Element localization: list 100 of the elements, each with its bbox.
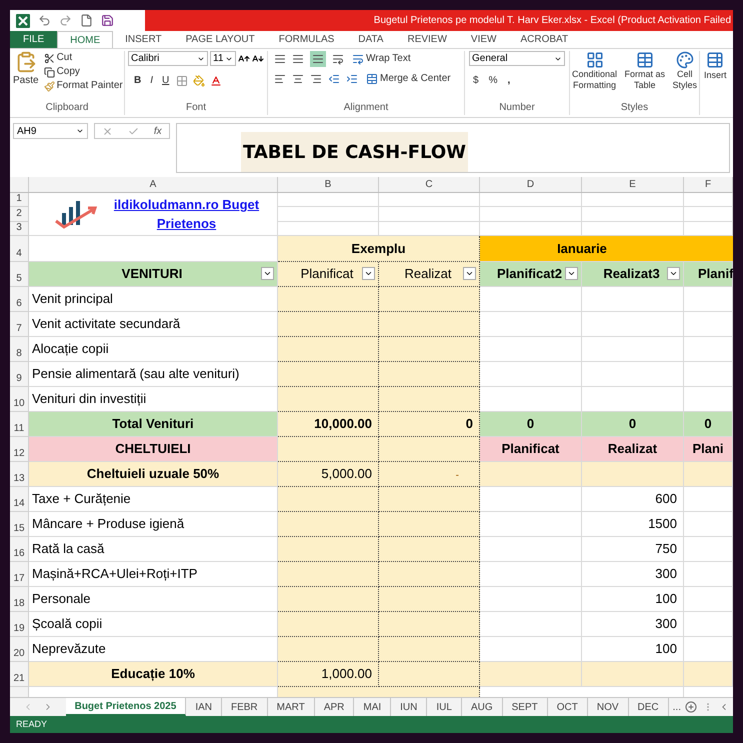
- column-letter[interactable]: A: [29, 177, 278, 192]
- table-cell: [684, 662, 733, 687]
- table-cell: Rată la casă: [29, 537, 278, 562]
- table-cell: [684, 537, 733, 562]
- insert-button[interactable]: Insert: [704, 51, 727, 82]
- ribbon-tab[interactable]: DATA: [346, 31, 396, 48]
- currency-button[interactable]: $: [471, 74, 481, 88]
- table-cell: 1500: [582, 512, 684, 537]
- conditional-formatting-button[interactable]: Conditional Formatting: [572, 51, 618, 91]
- column-letter[interactable]: F: [684, 177, 733, 192]
- ribbon-tab[interactable]: REVIEW: [395, 31, 459, 48]
- table-cell: [684, 587, 733, 612]
- ribbon-tab[interactable]: HOME: [57, 31, 114, 48]
- column-letter[interactable]: D: [480, 177, 582, 192]
- comma-button[interactable]: ,: [505, 74, 512, 88]
- italic-button[interactable]: I: [148, 74, 156, 88]
- ribbon-tab[interactable]: FORMULAS: [266, 31, 346, 48]
- grow-font-icon[interactable]: [238, 52, 250, 64]
- bold-button[interactable]: B: [132, 74, 144, 88]
- increase-indent-icon[interactable]: [346, 73, 358, 85]
- save-icon[interactable]: [101, 14, 114, 27]
- wrap-text-button[interactable]: Wrap Text: [350, 52, 413, 66]
- table-cell: [684, 637, 733, 662]
- row-number: 16: [10, 537, 29, 562]
- table-cell: [684, 312, 733, 337]
- table-cell: [684, 193, 733, 208]
- wrap-text-icon: [352, 53, 364, 65]
- align-left-icon[interactable]: [274, 73, 286, 85]
- merge-center-button[interactable]: Merge & Center: [364, 72, 453, 86]
- table-cell: Planificat: [480, 437, 582, 462]
- column-letter[interactable]: C: [379, 177, 480, 192]
- ribbon-tab[interactable]: INSERT: [113, 31, 174, 48]
- percent-button[interactable]: %: [486, 74, 500, 88]
- decrease-indent-icon[interactable]: [328, 73, 340, 85]
- table-cell: [684, 487, 733, 512]
- table-cell: Taxe + Curățenie: [29, 487, 278, 512]
- shrink-font-icon[interactable]: [252, 52, 264, 64]
- title-box: TABEL DE CASH-FLOW: [241, 132, 468, 172]
- table-cell: Educație 10%: [29, 662, 278, 687]
- fill-color-icon[interactable]: [193, 75, 206, 87]
- table-cell: 1,000.00: [278, 662, 379, 687]
- paste-button[interactable]: Paste: [13, 51, 39, 93]
- table-cell: -: [379, 462, 480, 487]
- formula-input-field[interactable]: TABEL DE CASH-FLOW: [176, 123, 730, 173]
- align-middle-icon[interactable]: [292, 53, 304, 65]
- ribbon-group-label: Number: [499, 102, 535, 113]
- align-center-icon[interactable]: [292, 73, 304, 85]
- filter-dropdown-button[interactable]: [261, 266, 274, 280]
- row-number: 21: [10, 662, 29, 687]
- filter-dropdown-button[interactable]: [362, 266, 375, 280]
- cell-styles-button[interactable]: Cell Styles: [672, 51, 697, 91]
- insert-function-button[interactable]: fx: [154, 124, 162, 138]
- table-cell: Plani: [684, 437, 733, 462]
- format-painter-button[interactable]: Format Painter: [42, 79, 125, 93]
- ribbon-tab[interactable]: PAGE LAYOUT: [174, 31, 267, 48]
- filter-dropdown-button[interactable]: [667, 266, 680, 280]
- table-cell: Exemplu: [278, 236, 480, 262]
- underline-button[interactable]: U: [160, 74, 172, 88]
- ribbon-tab[interactable]: ACROBAT: [508, 31, 580, 48]
- filter-dropdown-button[interactable]: [565, 266, 578, 280]
- column-letter[interactable]: B: [278, 177, 379, 192]
- spreadsheet-app-icon: [16, 14, 30, 28]
- row-number: 18: [10, 587, 29, 612]
- font-size-field[interactable]: 11: [210, 51, 236, 66]
- table-cell: 600: [582, 487, 684, 512]
- table-cell: Școală copii: [29, 612, 278, 637]
- table-cell: [684, 562, 733, 587]
- align-right-icon[interactable]: [310, 73, 322, 85]
- file-tab[interactable]: FILE: [10, 31, 58, 48]
- column-letter[interactable]: E: [582, 177, 684, 192]
- align-top-icon[interactable]: [274, 53, 286, 65]
- format-as-table-button[interactable]: Format as Table: [624, 51, 666, 91]
- font-color-icon[interactable]: [210, 75, 222, 87]
- redo-icon[interactable]: [59, 14, 72, 27]
- table-cell: [684, 387, 733, 412]
- website-link[interactable]: ildikoludmann.ro Buget Prietenos: [104, 195, 269, 233]
- borders-icon[interactable]: [176, 75, 188, 87]
- font-name-field[interactable]: Calibri: [128, 51, 208, 66]
- add-sheet-icon[interactable]: [685, 701, 697, 713]
- new-file-icon[interactable]: [80, 14, 93, 27]
- sheet-tab[interactable]: Buget Prietenos 2025: [66, 698, 186, 716]
- more-sheets-button[interactable]: ...: [668, 698, 685, 716]
- copy-button[interactable]: Copy: [42, 65, 125, 79]
- align-bottom-icon[interactable]: [310, 51, 326, 67]
- table-cell: Venit activitate secundară: [29, 312, 278, 337]
- filter-dropdown-button[interactable]: [463, 266, 476, 280]
- row-number: 14: [10, 487, 29, 512]
- table-cell: 100: [582, 587, 684, 612]
- column-header-text: Planificat2: [496, 264, 562, 282]
- ribbon-tab[interactable]: VIEW: [458, 31, 508, 48]
- ribbon-group-label: Clipboard: [46, 102, 88, 113]
- table-cell: Mâncare + Produse igienă: [29, 512, 278, 537]
- row-number: 1: [10, 193, 29, 208]
- row-number: 3: [10, 222, 29, 236]
- number-format-field[interactable]: General: [469, 51, 565, 66]
- cut-button[interactable]: Cut: [42, 51, 125, 65]
- table-cell: [684, 362, 733, 387]
- name-box[interactable]: AH9: [13, 123, 88, 139]
- copy-icon: [44, 66, 55, 78]
- undo-icon[interactable]: [38, 14, 51, 27]
